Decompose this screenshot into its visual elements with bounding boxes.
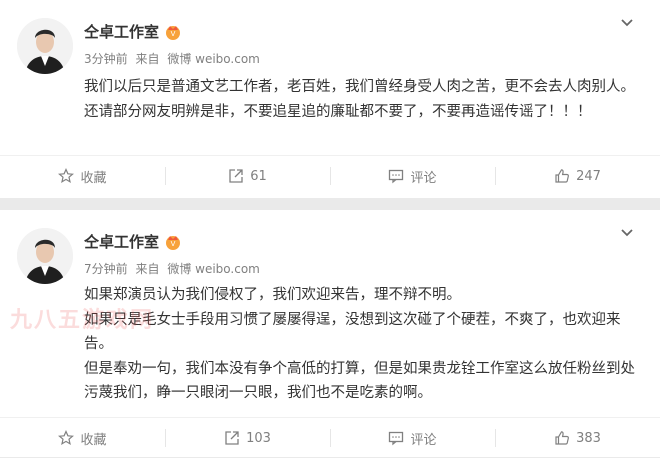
svg-text:V: V bbox=[171, 30, 176, 38]
svg-text:V: V bbox=[171, 240, 176, 248]
post-meta: 7分钟前 来自 微博 weibo.com bbox=[84, 260, 264, 277]
star-icon bbox=[58, 168, 75, 184]
post-content: 如果郑演员认为我们侵权了，我们欢迎来告，理不辩不明。 如果只是毛女士手段用习惯了… bbox=[84, 283, 636, 406]
like-button[interactable]: 383 bbox=[495, 418, 660, 458]
chevron-down-icon[interactable] bbox=[620, 16, 634, 30]
post-source[interactable]: 微博 weibo.com bbox=[167, 52, 260, 66]
like-count: 247 bbox=[576, 168, 601, 184]
post-time[interactable]: 7分钟前 bbox=[84, 262, 128, 276]
thumbs-up-icon bbox=[555, 431, 570, 445]
star-icon bbox=[58, 430, 75, 446]
repost-icon bbox=[225, 431, 239, 445]
favorite-button[interactable]: 收藏 bbox=[0, 418, 165, 458]
comment-label: 评论 bbox=[410, 432, 437, 448]
site-watermark: 九八五游戏网 bbox=[10, 308, 155, 333]
post-time[interactable]: 3分钟前 bbox=[84, 52, 128, 66]
from-label: 来自 bbox=[135, 52, 160, 66]
author-name[interactable]: 仝卓工作室 bbox=[84, 231, 159, 252]
post-actions: 收藏 61 评论 247 bbox=[0, 155, 660, 196]
post-actions: 收藏 103 评论 383 bbox=[0, 417, 660, 458]
repost-icon bbox=[229, 169, 243, 183]
post-content: 我们以后只是普通文艺工作者，老百姓，我们曾经身受人肉之苦，更不会去人肉别人。还请… bbox=[84, 75, 636, 124]
favorite-button[interactable]: 收藏 bbox=[0, 156, 165, 196]
favorite-label: 收藏 bbox=[80, 170, 107, 186]
post-paragraph: 如果只是毛女士手段用习惯了屡屡得逞，没想到这次碰了个硬茬，不爽了，也欢迎来告。 bbox=[84, 311, 621, 353]
vip-badge-icon[interactable]: V bbox=[164, 23, 182, 41]
comment-button[interactable]: 评论 bbox=[330, 418, 495, 458]
post-meta: 3分钟前 来自 微博 weibo.com bbox=[84, 50, 264, 67]
comment-icon bbox=[389, 169, 404, 184]
vip-badge-icon[interactable]: V bbox=[164, 233, 182, 251]
comment-label: 评论 bbox=[410, 170, 437, 186]
repost-count: 61 bbox=[250, 168, 267, 184]
from-label: 来自 bbox=[135, 262, 160, 276]
like-button[interactable]: 247 bbox=[495, 156, 660, 196]
author-name[interactable]: 仝卓工作室 bbox=[84, 21, 159, 42]
repost-button[interactable]: 61 bbox=[165, 156, 330, 196]
avatar[interactable] bbox=[17, 228, 73, 284]
repost-button[interactable]: 103 bbox=[165, 418, 330, 458]
avatar[interactable] bbox=[17, 18, 73, 74]
favorite-label: 收藏 bbox=[80, 432, 107, 448]
repost-count: 103 bbox=[246, 430, 271, 446]
post-paragraph: 如果郑演员认为我们侵权了，我们欢迎来告，理不辩不明。 bbox=[84, 287, 461, 303]
comment-button[interactable]: 评论 bbox=[330, 156, 495, 196]
thumbs-up-icon bbox=[555, 169, 570, 183]
post-source[interactable]: 微博 weibo.com bbox=[167, 262, 260, 276]
weibo-post-1: 仝卓工作室 V 3分钟前 来自 微博 weibo.com 我们以后只是普通文艺工… bbox=[0, 0, 660, 198]
chevron-down-icon[interactable] bbox=[620, 226, 634, 240]
avatar-portrait-icon bbox=[17, 228, 73, 284]
like-count: 383 bbox=[576, 430, 601, 446]
avatar-portrait-icon bbox=[17, 18, 73, 74]
comment-icon bbox=[389, 431, 404, 446]
post-paragraph: 我们以后只是普通文艺工作者，老百姓，我们曾经身受人肉之苦，更不会去人肉别人。还请… bbox=[84, 79, 635, 120]
post-paragraph: 但是奉劝一句，我们本没有争个高低的打算，但是如果贵龙铨工作室这么放任粉丝到处污蔑… bbox=[84, 360, 635, 402]
